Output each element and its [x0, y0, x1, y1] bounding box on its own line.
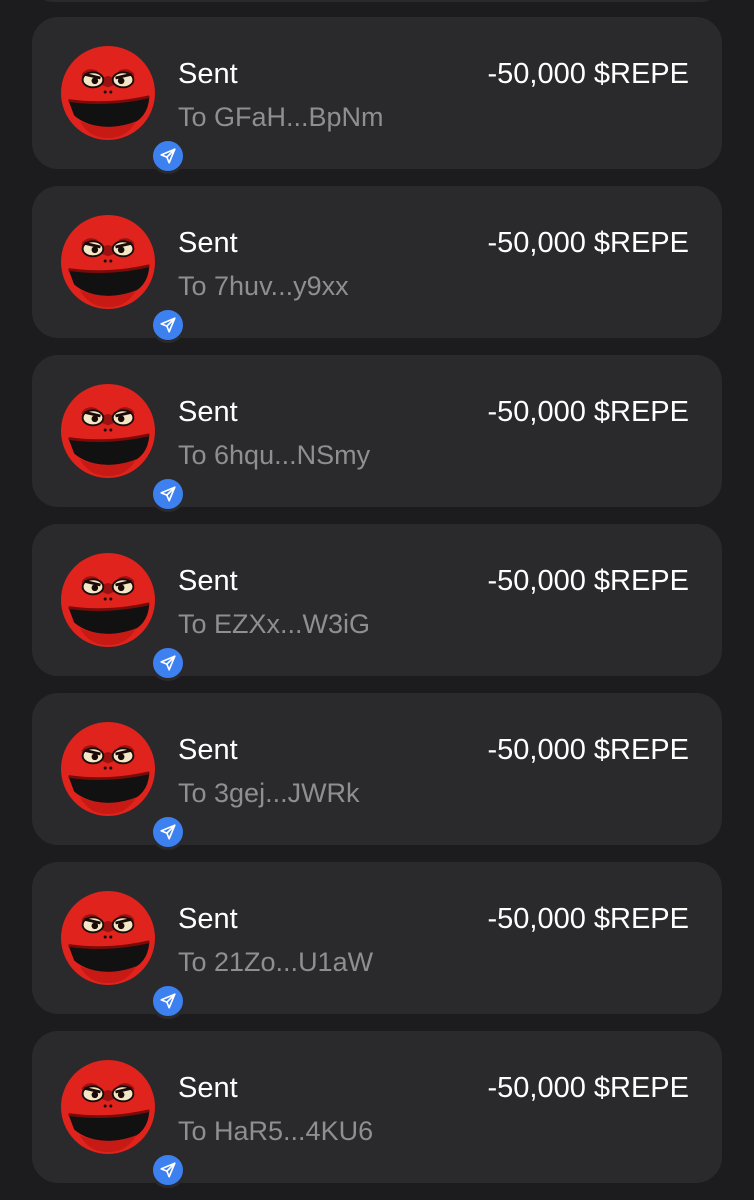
repe-token-avatar — [61, 891, 186, 1019]
send-badge — [150, 476, 186, 512]
transaction-amount: -50,000 $REPE — [487, 734, 689, 766]
transaction-recipient: To 3gej...JWRk — [178, 778, 360, 808]
transaction-title: Sent — [178, 58, 238, 90]
transaction-amount: -50,000 $REPE — [487, 396, 689, 428]
transaction-history-screen: Sent To GFaH...BpNm -50,000 $REPE Sent T… — [0, 0, 754, 1200]
transaction-item[interactable]: Sent To GFaH...BpNm -50,000 $REPE — [32, 17, 722, 174]
red-frog-icon — [61, 384, 155, 478]
transaction-recipient: To EZXx...W3iG — [178, 609, 371, 639]
send-badge — [150, 1152, 186, 1188]
send-badge — [150, 645, 186, 681]
transaction-title: Sent — [178, 734, 238, 766]
send-badge — [150, 983, 186, 1019]
transaction-recipient: To 21Zo...U1aW — [178, 947, 374, 977]
send-arrow-icon — [160, 317, 176, 333]
transaction-recipient: To 7huv...y9xx — [178, 271, 349, 301]
transaction-amount: -50,000 $REPE — [487, 227, 689, 259]
transaction-item[interactable]: Sent To 7huv...y9xx -50,000 $REPE — [32, 186, 722, 343]
red-frog-icon — [61, 553, 155, 647]
transaction-recipient: To 6hqu...NSmy — [178, 440, 371, 470]
transaction-title: Sent — [178, 396, 238, 428]
send-badge — [150, 138, 186, 174]
transaction-recipient: To GFaH...BpNm — [178, 102, 384, 132]
transaction-item[interactable]: Sent To HaR5...4KU6 -50,000 $REPE — [32, 1031, 722, 1188]
transaction-list: Sent To GFaH...BpNm -50,000 $REPE Sent T… — [32, 17, 722, 1200]
transaction-item[interactable]: Sent To 21Zo...U1aW -50,000 $REPE — [32, 862, 722, 1019]
transaction-title: Sent — [178, 903, 238, 935]
red-frog-icon — [61, 215, 155, 309]
send-arrow-icon — [160, 993, 176, 1009]
transaction-recipient: To HaR5...4KU6 — [178, 1116, 374, 1146]
transaction-title: Sent — [178, 565, 238, 597]
transaction-title: Sent — [178, 1072, 238, 1104]
repe-token-avatar — [61, 46, 186, 174]
repe-token-avatar — [61, 1060, 186, 1188]
repe-token-avatar — [61, 722, 186, 850]
send-badge — [150, 307, 186, 343]
send-arrow-icon — [160, 824, 176, 840]
partial-transaction-card[interactable] — [32, 0, 722, 2]
transaction-item[interactable]: Sent To EZXx...W3iG -50,000 $REPE — [32, 524, 722, 681]
transaction-title: Sent — [178, 227, 238, 259]
repe-token-avatar — [61, 553, 186, 681]
transaction-item[interactable]: Sent To 6hqu...NSmy -50,000 $REPE — [32, 355, 722, 512]
send-arrow-icon — [160, 1162, 176, 1178]
red-frog-icon — [61, 891, 155, 985]
red-frog-icon — [61, 1060, 155, 1154]
send-arrow-icon — [160, 486, 176, 502]
send-arrow-icon — [160, 655, 176, 671]
red-frog-icon — [61, 722, 155, 816]
transaction-amount: -50,000 $REPE — [487, 1072, 689, 1104]
send-badge — [150, 814, 186, 850]
transaction-item[interactable]: Sent To 3gej...JWRk -50,000 $REPE — [32, 693, 722, 850]
transaction-amount: -50,000 $REPE — [487, 565, 689, 597]
transaction-amount: -50,000 $REPE — [487, 58, 689, 90]
transaction-amount: -50,000 $REPE — [487, 903, 689, 935]
repe-token-avatar — [61, 384, 186, 512]
repe-token-avatar — [61, 215, 186, 343]
red-frog-icon — [61, 46, 155, 140]
send-arrow-icon — [160, 148, 176, 164]
